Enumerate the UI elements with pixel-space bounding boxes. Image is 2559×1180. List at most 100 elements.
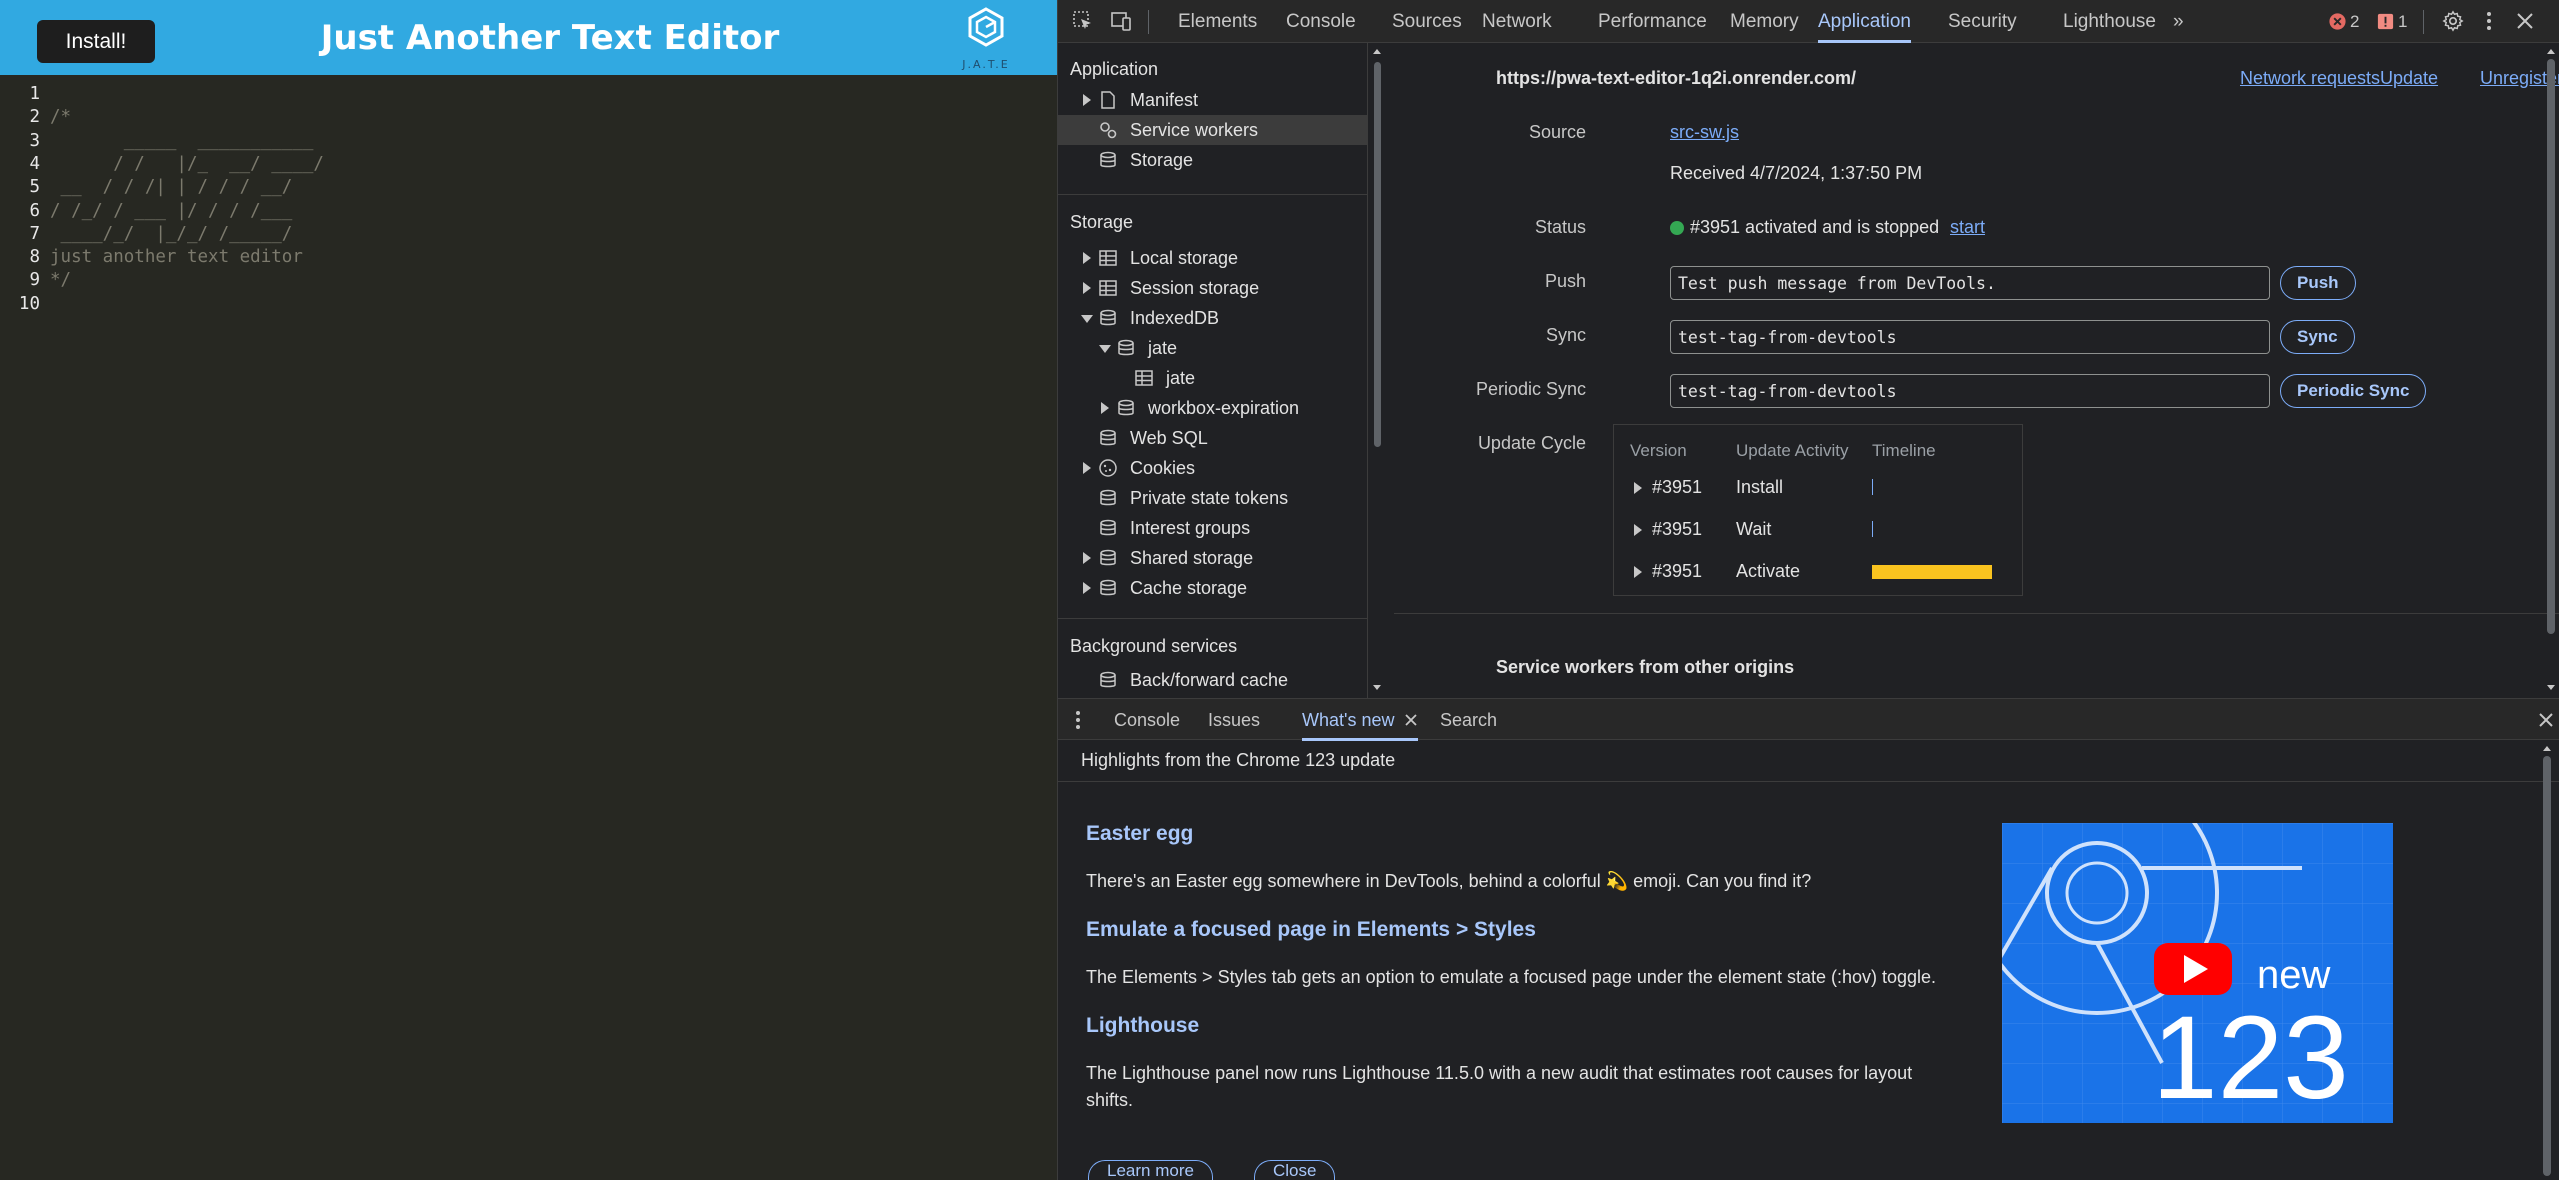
sidebar-item-store-jate[interactable]: jate [1058, 363, 1367, 393]
source-file-link[interactable]: src-sw.js [1670, 122, 1739, 143]
push-button[interactable]: Push [2280, 266, 2356, 300]
tab-sources[interactable]: Sources [1392, 0, 1462, 43]
error-count[interactable]: 2 [2350, 12, 2359, 32]
sidebar-item-shared-storage[interactable]: Shared storage [1058, 543, 1367, 573]
sidebar-item-interest-groups[interactable]: Interest groups [1058, 513, 1367, 543]
line-number: 3 [29, 130, 40, 151]
device-toggle-icon[interactable] [1110, 10, 1132, 32]
sidebar-item-local-storage[interactable]: Local storage [1058, 243, 1367, 273]
scroll-down-icon[interactable] [2546, 684, 2556, 692]
tab-network[interactable]: Network [1482, 0, 1552, 43]
close-tab-icon[interactable] [1404, 713, 1418, 727]
code-line[interactable]: */ [50, 269, 71, 292]
tab-memory[interactable]: Memory [1730, 0, 1799, 43]
close-devtools-icon[interactable] [2514, 10, 2536, 32]
tab-console[interactable]: Console [1286, 0, 1356, 43]
sidebar-item-back-forward-cache[interactable]: Back/forward cache [1058, 665, 1367, 695]
warning-count[interactable]: 1 [2398, 12, 2407, 32]
warning-icon[interactable] [2376, 12, 2395, 31]
whats-new-item-title[interactable]: Emulate a focused page in Elements > Sty… [1086, 918, 1536, 942]
chrome-123-banner-image: new 123 [2002, 823, 2393, 1123]
drawer-scroll-thumb[interactable] [2543, 756, 2551, 1176]
code-line[interactable]: /* [50, 106, 71, 129]
main-scrollbar[interactable] [2544, 43, 2558, 698]
sidebar-item-cookies[interactable]: Cookies [1058, 453, 1367, 483]
code-line[interactable]: just another text editor [50, 246, 303, 269]
sidebar-item-web-sql[interactable]: Web SQL [1058, 423, 1367, 453]
code-editor[interactable]: 1 2 /* 3 _____ ___________ 4 / / |/_ __/ ___… [0, 75, 1057, 1180]
scroll-up-icon[interactable] [2546, 47, 2556, 55]
expand-arrow-icon[interactable] [1634, 566, 1642, 578]
error-icon[interactable] [2328, 12, 2347, 31]
tab-application[interactable]: Application [1818, 0, 1911, 43]
learn-more-button[interactable]: Learn more [1088, 1160, 1213, 1180]
tab-security[interactable]: Security [1948, 0, 2017, 43]
tab-elements[interactable]: Elements [1178, 0, 1257, 43]
code-line[interactable]: / / |/_ __/ ____/ [50, 153, 324, 176]
sidebar-item-session-storage[interactable]: Session storage [1058, 273, 1367, 303]
tab-performance[interactable]: Performance [1598, 0, 1707, 43]
network-requests-link[interactable]: Network requests [2240, 68, 2380, 89]
drawer-scrollbar[interactable] [2540, 740, 2554, 1180]
more-options-icon[interactable] [2478, 10, 2500, 32]
database-icon [1100, 309, 1116, 326]
update-cycle-row[interactable]: #3951 Wait [1614, 519, 2022, 549]
update-cycle-row[interactable]: #3951 Install [1614, 477, 2022, 507]
settings-gear-icon[interactable] [2442, 10, 2464, 32]
code-line[interactable]: __ / / /| | / / / __/ [50, 176, 293, 199]
expand-arrow-icon[interactable] [1634, 482, 1642, 494]
sidebar-header-application: Application [1070, 59, 1159, 79]
sidebar-item-workbox-expiration[interactable]: workbox-expiration [1058, 393, 1367, 423]
line-number: 4 [29, 153, 40, 174]
sidebar-item-service-workers[interactable]: Service workers [1058, 115, 1367, 145]
drawer-menu-icon[interactable] [1074, 710, 1082, 730]
code-line[interactable]: / /_/ / ___ |/ / / /___ [50, 200, 292, 223]
start-link[interactable]: start [1950, 217, 1985, 238]
table-icon [1135, 370, 1153, 386]
uc-activity: Activate [1736, 561, 1801, 581]
drawer-tab-label: Issues [1208, 710, 1261, 730]
expand-arrow-icon[interactable] [1634, 524, 1642, 536]
code-line[interactable]: ____/_/ |_/_/ /_____/ [50, 223, 293, 246]
drawer-tab-issues[interactable]: Issues [1208, 699, 1260, 741]
scroll-up-icon[interactable] [1372, 47, 1382, 55]
close-whats-new-button[interactable]: Close [1254, 1160, 1336, 1180]
banner-new-text: new [2257, 953, 2330, 997]
sidebar-item-manifest[interactable]: Manifest [1058, 85, 1367, 115]
drawer-tab-console[interactable]: Console [1114, 699, 1180, 741]
inspect-element-icon[interactable] [1072, 10, 1094, 32]
install-button[interactable]: Install! [37, 20, 155, 63]
sidebar-item-storage[interactable]: Storage [1058, 145, 1367, 175]
update-link[interactable]: Update [2380, 68, 2438, 89]
tab-lighthouse[interactable]: Lighthouse [2063, 0, 2156, 43]
sw-origin: https://pwa-text-editor-1q2i.onrender.co… [1496, 68, 1857, 88]
drawer-tab-label: Console [1114, 710, 1181, 730]
sync-button[interactable]: Sync [2280, 320, 2355, 354]
sidebar-item-db-jate[interactable]: jate [1058, 333, 1367, 363]
periodic-sync-button[interactable]: Periodic Sync [2280, 374, 2427, 408]
scroll-up-icon[interactable] [2542, 744, 2552, 752]
whats-new-item-title[interactable]: Lighthouse [1086, 1014, 1199, 1038]
sidebar-item-indexeddb[interactable]: IndexedDB [1058, 303, 1367, 333]
drawer-tab-search[interactable]: Search [1440, 699, 1497, 741]
scroll-down-icon[interactable] [1372, 684, 1382, 692]
periodic-sync-input[interactable] [1670, 374, 2270, 408]
push-label: Push [1544, 271, 1586, 291]
main-scroll-thumb[interactable] [2547, 59, 2555, 634]
database-icon [1100, 671, 1116, 688]
uc-version: #3951 [1652, 477, 1703, 497]
drawer-tab-what-s-new[interactable]: What's new [1302, 699, 1419, 741]
whats-new-item-title[interactable]: Easter egg [1086, 822, 1193, 846]
sidebar-item-cache-storage[interactable]: Cache storage [1058, 573, 1367, 603]
push-input[interactable] [1670, 266, 2270, 300]
more-tabs-button[interactable]: » [2173, 0, 2184, 43]
line-number: 6 [29, 200, 40, 221]
sidebar-item-private-state-tokens[interactable]: Private state tokens [1058, 483, 1367, 513]
uc-header-activity: Update Activity [1736, 441, 1849, 460]
close-drawer-icon[interactable] [2538, 712, 2554, 728]
sync-input[interactable] [1670, 320, 2270, 354]
received-time: Received 4/7/2024, 1:37:50 PM [1670, 163, 1923, 183]
update-cycle-row[interactable]: #3951 Activate [1614, 561, 2022, 591]
code-line[interactable]: _____ ___________ [50, 130, 314, 153]
sidebar-header-storage: Storage [1070, 212, 1134, 232]
